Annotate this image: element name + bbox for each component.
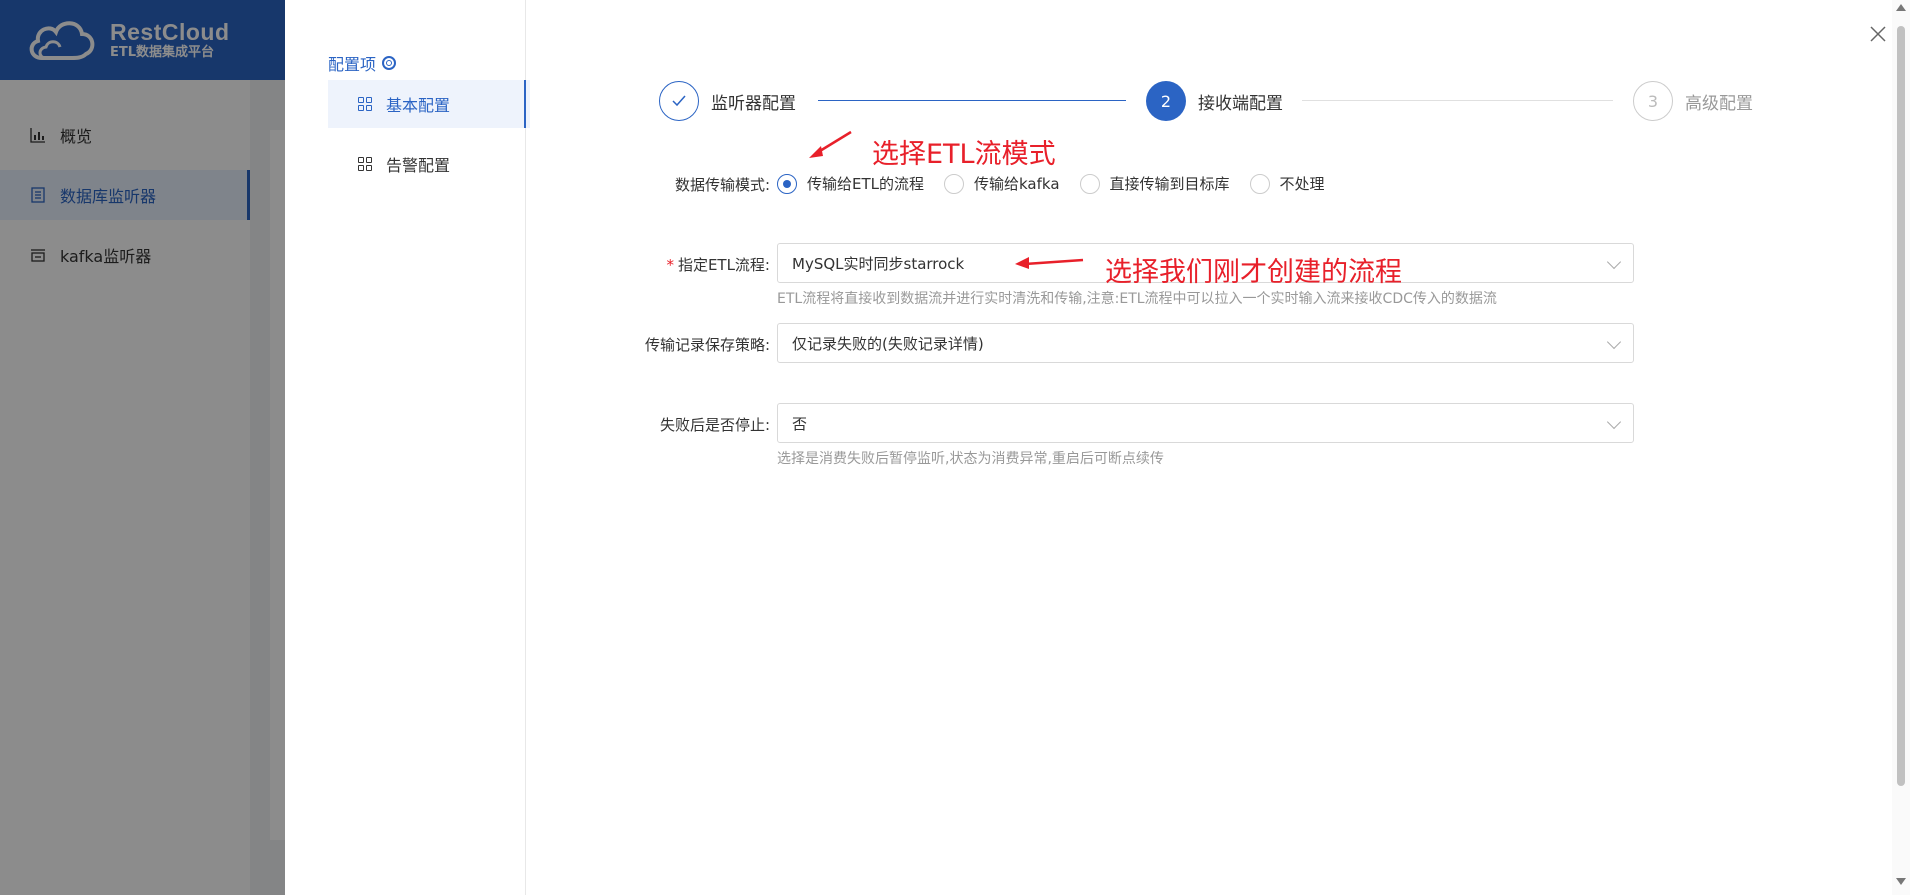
- grid-icon: [358, 157, 372, 171]
- mode-label: 数据传输模式:: [674, 176, 770, 194]
- record-policy-select[interactable]: 仅记录失败的(失败记录详情): [777, 323, 1634, 363]
- stop-on-fail-label: 失败后是否停止:: [659, 416, 770, 434]
- step-listener-config[interactable]: 监听器配置: [659, 81, 796, 121]
- annotation-select-etl-mode: 选择ETL流模式: [872, 139, 1056, 170]
- step-number: 3: [1633, 81, 1673, 121]
- radio-etl-flow[interactable]: 传输给ETL的流程: [777, 173, 924, 194]
- scroll-down-arrow-icon[interactable]: [1896, 878, 1906, 885]
- step-connector: [1302, 100, 1613, 101]
- annotation-arrow-icon: [809, 130, 852, 158]
- scroll-up-arrow-icon[interactable]: [1896, 4, 1906, 11]
- menu-item-alert-config[interactable]: 告警配置: [328, 140, 530, 188]
- annotation-arrow-icon: [1015, 257, 1084, 269]
- radio-selected-icon: [777, 173, 797, 194]
- radio-icon: [944, 173, 964, 194]
- config-title: 配置项: [328, 51, 397, 75]
- radio-icon: [1079, 173, 1100, 194]
- config-menu: 基本配置 告警配置: [328, 80, 530, 200]
- step-connector: [818, 100, 1126, 101]
- record-policy-value: 仅记录失败的(失败记录详情): [792, 334, 984, 353]
- mode-radio-group: 传输给ETL的流程 传输给kafka 直接传输到目标库 不处理: [777, 173, 1345, 194]
- step-number: 2: [1146, 81, 1186, 121]
- config-drawer: 配置项 基本配置 告警配置 监听器配置 2 接收端配置 3 高级配置 选择ETL…: [285, 0, 1910, 895]
- check-icon: [659, 81, 699, 121]
- flow-hint: ETL流程将直接收到数据流并进行实时清洗和传输,注意:ETL流程中可以拉入一个实…: [777, 291, 1497, 307]
- stop-on-fail-hint: 选择是消费失败后暂停监听,状态为消费异常,重启后可断点续传: [777, 451, 1164, 467]
- grid-icon: [358, 97, 372, 111]
- step-receiver-config[interactable]: 2 接收端配置: [1146, 81, 1283, 121]
- stop-on-fail-value: 否: [792, 414, 808, 433]
- flow-label: * 指定ETL流程:: [666, 256, 770, 274]
- chevron-down-icon: [1606, 414, 1622, 430]
- vertical-scrollbar[interactable]: [1892, 0, 1910, 895]
- etl-flow-value: MySQL实时同步starrock: [792, 254, 965, 273]
- radio-direct-target[interactable]: 直接传输到目标库: [1079, 173, 1230, 194]
- annotation-select-flow: 选择我们刚才创建的流程: [1105, 257, 1402, 288]
- radio-kafka[interactable]: 传输给kafka: [944, 173, 1060, 194]
- chevron-down-icon: [1606, 254, 1622, 270]
- required-mark: *: [666, 256, 674, 274]
- chevron-down-icon: [1606, 334, 1622, 350]
- step-label: 高级配置: [1685, 93, 1753, 114]
- step-advanced-config[interactable]: 3 高级配置: [1633, 81, 1753, 121]
- settings-icon: [382, 56, 397, 70]
- close-icon[interactable]: [1868, 24, 1888, 44]
- radio-none[interactable]: 不处理: [1249, 173, 1325, 194]
- active-menu-indicator: [524, 80, 526, 128]
- record-policy-label: 传输记录保存策略:: [644, 336, 770, 354]
- step-label: 监听器配置: [711, 93, 796, 114]
- stop-on-fail-select[interactable]: 否: [777, 403, 1634, 443]
- modal-overlay[interactable]: [0, 0, 285, 895]
- scroll-thumb[interactable]: [1897, 26, 1905, 786]
- step-label: 接收端配置: [1198, 93, 1283, 114]
- menu-item-basic-config[interactable]: 基本配置: [328, 80, 530, 128]
- radio-icon: [1249, 173, 1270, 194]
